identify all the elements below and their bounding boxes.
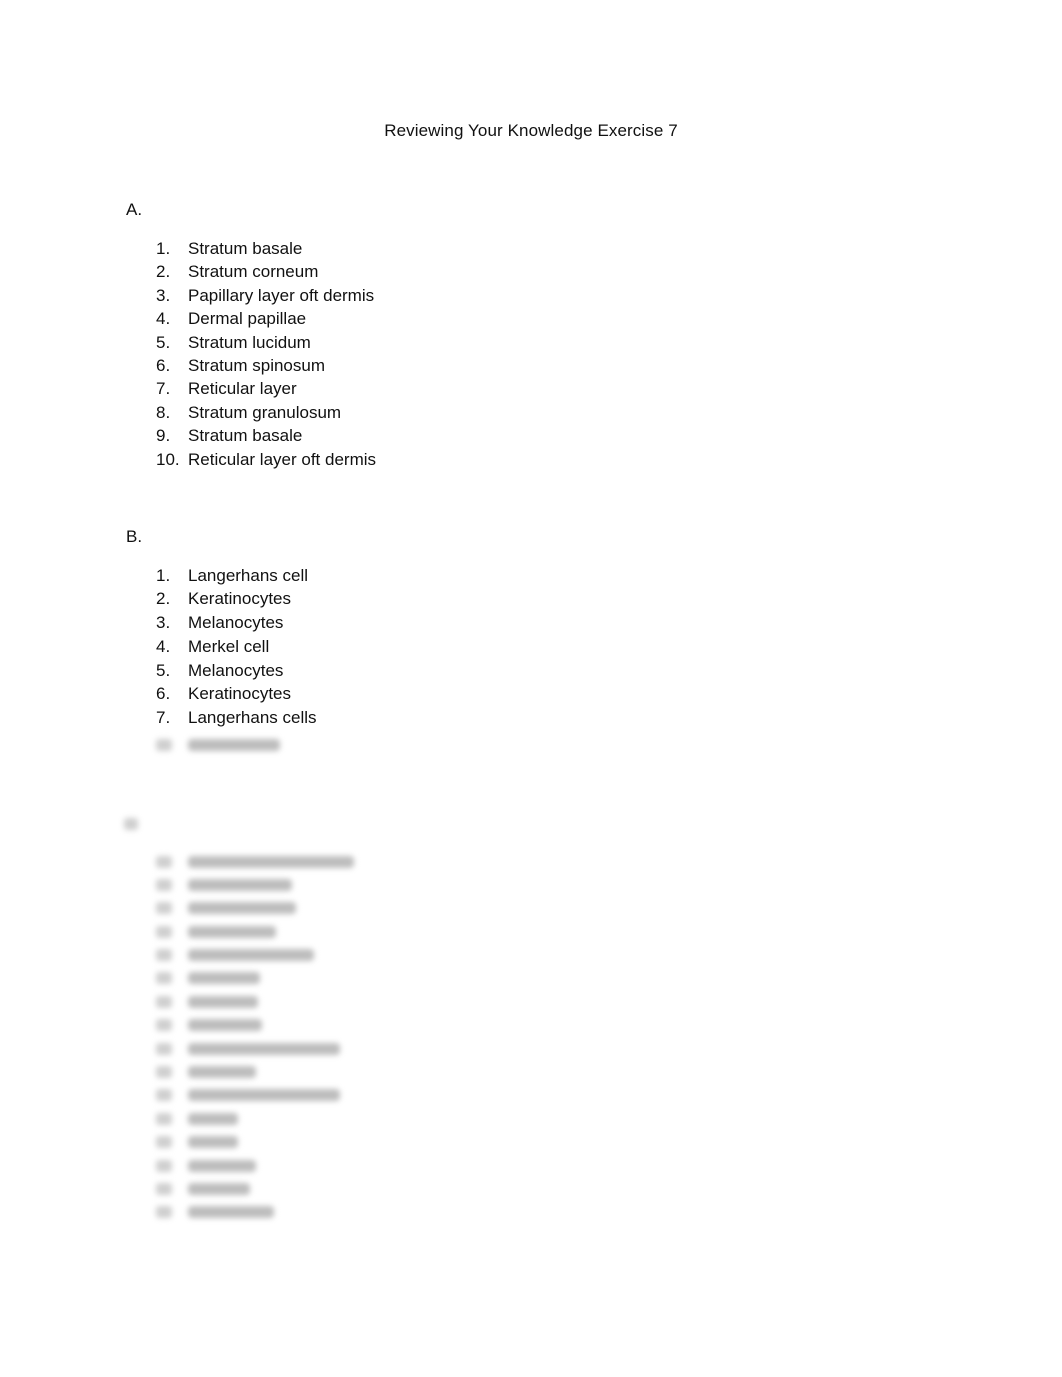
list-item: 4. Dermal papillae [156, 307, 376, 330]
blurred-list-item [156, 849, 354, 872]
list-item-number: 2. [156, 262, 171, 282]
list-item-text: Melanocytes [188, 660, 284, 680]
list-item-number: 3. [156, 612, 171, 632]
blurred-list-item [156, 1106, 354, 1129]
list-item: 10. Reticular layer oft dermis [156, 448, 376, 471]
blurred-list-item [156, 943, 354, 966]
list-item-number: 6. [156, 355, 171, 375]
list-item: 1. Langerhans cell [156, 564, 317, 587]
list-item: 2. Keratinocytes [156, 587, 317, 610]
list-item: 2. Stratum corneum [156, 260, 376, 283]
section-a-label: A. [126, 200, 143, 219]
list-item-text: Reticular layer oft dermis [188, 449, 377, 469]
list-item: 5. Stratum lucidum [156, 331, 376, 354]
section-b-list: 1. Langerhans cell 2. Keratinocytes 3. Mela… [156, 564, 317, 756]
list-item-text: Stratum basale [188, 426, 303, 446]
list-item: 6. Keratinocytes [156, 682, 317, 705]
list-item: 3. Melanocytes [156, 611, 317, 636]
blurred-list-item [156, 872, 354, 895]
list-item-text: Stratum corneum [188, 262, 319, 282]
list-item: 6. Stratum spinosum [156, 354, 376, 377]
list-item-number: 7. [156, 707, 171, 727]
blurred-list-item [156, 733, 317, 756]
list-item-number: 9. [156, 426, 171, 446]
list-item-number: 1. [156, 566, 171, 585]
list-item: 5. Melanocytes [156, 659, 317, 682]
blurred-list-item [156, 1153, 354, 1176]
list-item-number: 7. [156, 379, 171, 399]
list-item: 7. Reticular layer [156, 377, 376, 400]
section-a-list: 1. Stratum basale 2. Stratum corneum 3. Pap… [156, 237, 376, 471]
list-item-text: Melanocytes [188, 612, 284, 632]
blurred-list-item [156, 1176, 354, 1199]
list-item-text: Langerhans cell [188, 566, 309, 585]
list-item: 7. Langerhans cells [156, 706, 317, 729]
list-item-text: Papillary layer oft dermis [188, 285, 375, 305]
document-page: Reviewing Your Knowledge Exercise 7 A. 1… [0, 0, 1062, 1377]
list-item-number: 1. [156, 239, 171, 258]
blurred-list-item [156, 919, 354, 942]
blurred-list-item [156, 1130, 354, 1153]
document-title: Reviewing Your Knowledge Exercise 7 [384, 121, 678, 140]
list-item: 3. Papillary layer oft dermis [156, 284, 376, 307]
blurred-list-item [156, 1200, 354, 1223]
list-item-number: 5. [156, 660, 171, 680]
list-item-text: Keratinocytes [188, 589, 291, 609]
list-item-text: Keratinocytes [188, 684, 291, 704]
list-item-number: 4. [156, 637, 171, 657]
list-item-text: Merkel cell [188, 637, 270, 657]
list-item-text: Stratum basale [188, 239, 303, 258]
list-item-text: Stratum spinosum [188, 355, 325, 375]
list-item-text: Stratum lucidum [188, 332, 311, 352]
list-item-number: 10. [156, 449, 180, 469]
list-item-text: Reticular layer [188, 379, 297, 399]
blurred-list-item [156, 1013, 354, 1036]
list-item-text: Stratum granulosum [188, 402, 342, 422]
list-item: 1. Stratum basale [156, 237, 376, 260]
list-item: 8. Stratum granulosum [156, 401, 376, 424]
list-item-text: Dermal papillae [188, 309, 307, 329]
list-item-number: 4. [156, 309, 171, 329]
blurred-list-item [156, 1036, 354, 1059]
list-item: 4. Merkel cell [156, 635, 317, 658]
blurred-section-list [156, 849, 354, 1223]
blurred-list-item [156, 896, 354, 919]
section-b-label: B. [126, 527, 143, 546]
blurred-list-item [156, 1060, 354, 1083]
blurred-list-item [156, 989, 354, 1012]
list-item-number: 5. [156, 332, 171, 352]
blurred-section-label [124, 818, 138, 830]
blurred-list-item [156, 966, 354, 989]
list-item-number: 6. [156, 684, 171, 704]
blurred-list-item [156, 1083, 354, 1106]
list-item-number: 2. [156, 589, 171, 609]
list-item-text: Langerhans cells [188, 707, 317, 727]
list-item: 9. Stratum basale [156, 424, 376, 447]
list-item-number: 3. [156, 285, 171, 305]
list-item-number: 8. [156, 402, 171, 422]
